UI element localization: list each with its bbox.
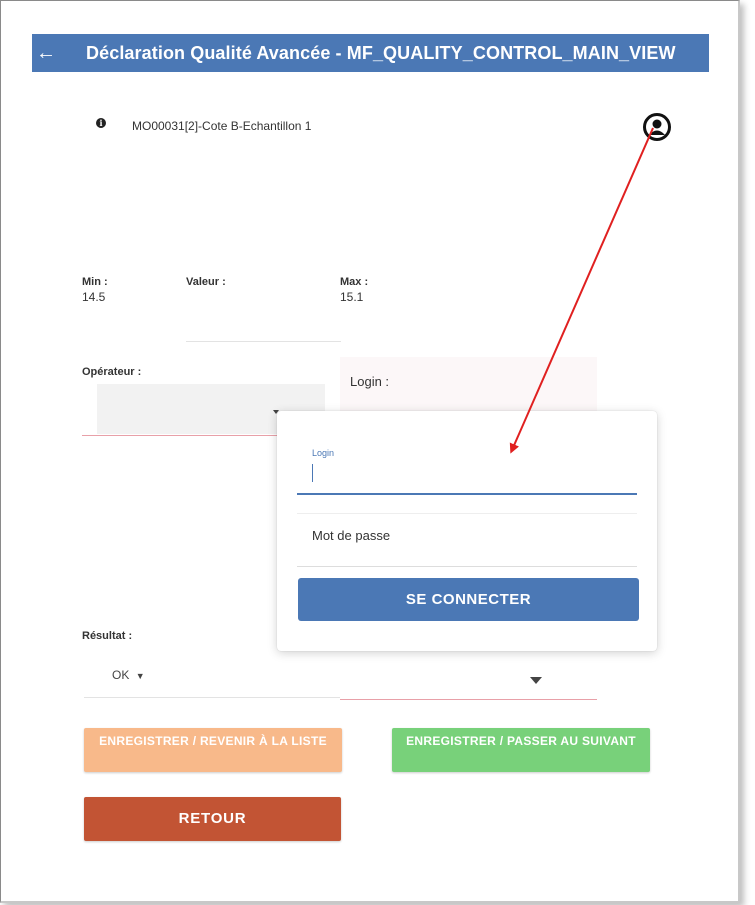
caret-down-icon[interactable] xyxy=(530,677,542,684)
popup-login-label: Login xyxy=(312,448,335,458)
min-label: Min : xyxy=(82,276,108,288)
operator-underline xyxy=(82,435,278,436)
page-title: Déclaration Qualité Avancée - MF_QUALITY… xyxy=(86,42,676,63)
select-underline xyxy=(340,699,597,700)
retour-button[interactable]: RETOUR xyxy=(84,797,341,841)
max-value: 15.1 xyxy=(340,290,364,304)
min-value: 14.5 xyxy=(82,290,106,304)
app-header: ← Déclaration Qualité Avancée - MF_QUALI… xyxy=(32,34,709,72)
operator-label: Opérateur : xyxy=(82,366,142,378)
password-underline xyxy=(297,566,637,567)
valeur-label: Valeur : xyxy=(186,276,226,288)
login-field-label: Login : xyxy=(350,374,390,389)
result-select[interactable]: OK ▼ xyxy=(112,668,145,682)
arrow-left-icon[interactable]: ← xyxy=(36,43,56,63)
save-next-button[interactable]: ENREGISTRER / PASSER AU SUIVANT xyxy=(392,728,650,772)
connect-button[interactable]: SE CONNECTER xyxy=(298,578,639,621)
text-cursor xyxy=(312,464,313,482)
result-value: OK xyxy=(112,668,130,682)
divider xyxy=(297,513,637,514)
max-label: Max : xyxy=(340,276,369,288)
caret-down-icon: ▼ xyxy=(135,671,145,681)
popup-password-input[interactable]: Mot de passe xyxy=(312,528,390,543)
result-underline xyxy=(84,697,340,698)
info-icon: i xyxy=(96,118,106,128)
sample-identifier: MO00031[2]-Cote B-Echantillon 1 xyxy=(132,119,312,133)
login-popup: Login Mot de passe SE CONNECTER xyxy=(277,411,657,651)
save-back-to-list-button[interactable]: ENREGISTRER / REVENIR À LA LISTE xyxy=(84,728,342,772)
valeur-input[interactable] xyxy=(186,341,341,342)
result-label: Résultat : xyxy=(82,630,133,642)
user-account-icon[interactable] xyxy=(642,112,672,142)
popup-login-input[interactable] xyxy=(297,493,637,495)
